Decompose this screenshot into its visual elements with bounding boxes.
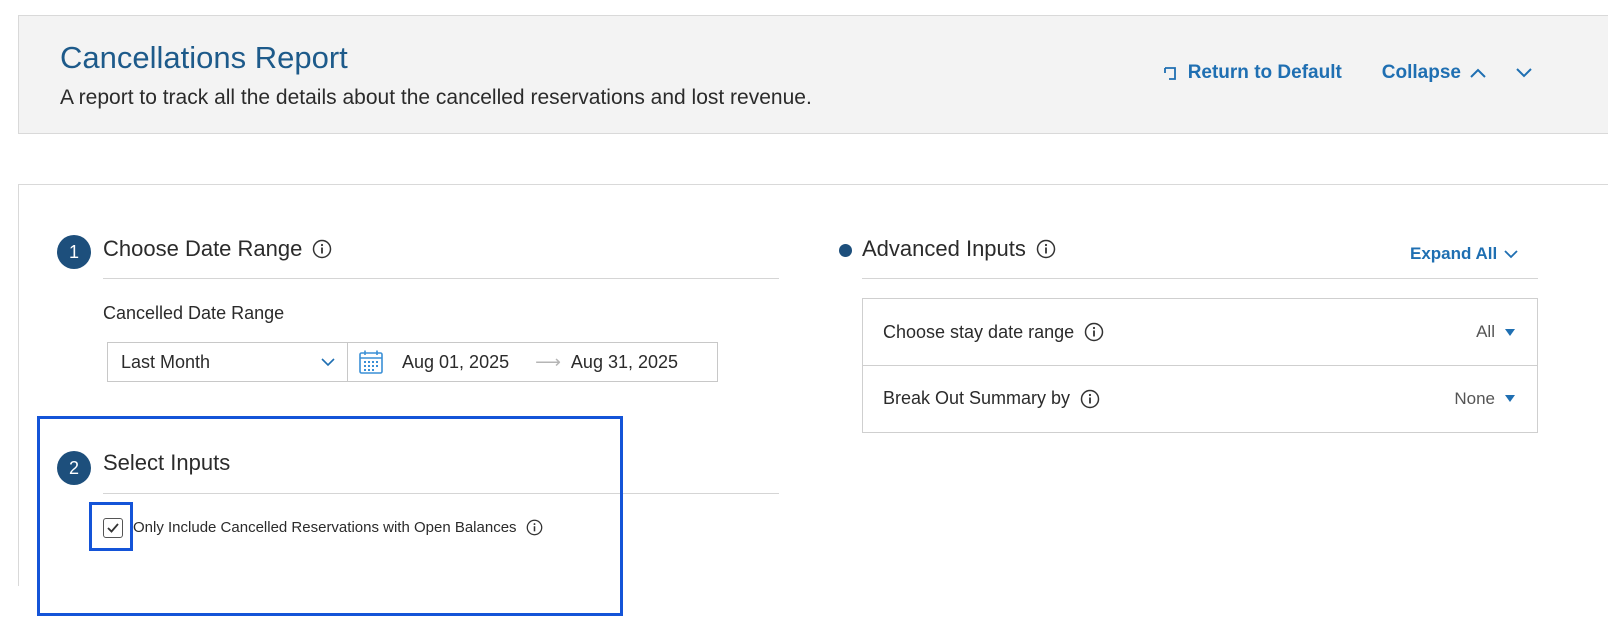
arrow-right-icon: ⟶ (535, 351, 561, 372)
divider (862, 278, 1538, 279)
break-out-summary-row[interactable]: Break Out Summary by None (863, 365, 1537, 431)
break-out-summary-value: None (1454, 388, 1495, 408)
caret-down-icon (1505, 328, 1515, 336)
divider (103, 278, 779, 279)
stay-date-range-value: All (1476, 322, 1495, 341)
chevron-down-icon[interactable] (1515, 67, 1533, 79)
date-range-preset-value: Last Month (121, 351, 211, 372)
date-range-section-title: Choose Date Range (103, 236, 332, 262)
calendar-icon[interactable] (358, 349, 384, 375)
info-icon[interactable] (1080, 389, 1100, 409)
page-subtitle: A report to track all the details about … (60, 86, 812, 109)
cancelled-date-range-label: Cancelled Date Range (103, 303, 285, 323)
expand-all-label: Expand All (1410, 244, 1498, 263)
return-to-default-label: Return to Default (1187, 62, 1342, 83)
date-range-fields: Aug 01, 2025 ⟶ Aug 31, 2025 (348, 349, 678, 375)
end-date-field[interactable]: Aug 31, 2025 (571, 352, 678, 373)
break-out-summary-label: Break Out Summary by (883, 388, 1071, 408)
info-icon[interactable] (312, 239, 332, 259)
section-title-text: Choose Date Range (103, 236, 303, 261)
date-range-control: Last Month Aug 01, 2025 ⟶ Aug 31, 2025 (107, 342, 718, 382)
expand-all-button[interactable]: Expand All (1410, 244, 1518, 264)
section-bullet (839, 244, 852, 257)
info-icon[interactable] (1084, 322, 1104, 342)
stay-date-range-select[interactable]: All (1476, 322, 1515, 342)
collapse-label: Collapse (1381, 62, 1461, 83)
step-number-badge: 1 (57, 235, 91, 269)
break-out-summary-select[interactable]: None (1454, 389, 1515, 409)
collapse-button[interactable]: Collapse (1382, 62, 1487, 84)
row-label: Choose stay date range (883, 322, 1104, 343)
chevron-up-icon (1469, 67, 1487, 79)
undo-icon (1162, 64, 1180, 82)
chevron-down-icon (1504, 249, 1518, 259)
info-icon[interactable] (1036, 239, 1056, 259)
advanced-inputs-panel: Choose stay date range All Break Out Sum… (862, 298, 1538, 433)
page-title: Cancellations Report (60, 40, 348, 75)
advanced-inputs-title: Advanced Inputs (862, 236, 1056, 262)
highlight-box (89, 502, 133, 551)
return-to-default-button[interactable]: Return to Default (1162, 62, 1342, 84)
chevron-down-icon (321, 357, 335, 367)
date-range-preset-select[interactable]: Last Month (108, 343, 348, 381)
stay-date-range-label: Choose stay date range (883, 321, 1075, 342)
row-label: Break Out Summary by (883, 388, 1100, 409)
section-title-text: Advanced Inputs (862, 236, 1026, 261)
report-header: Cancellations Report A report to track a… (18, 15, 1608, 134)
start-date-field[interactable]: Aug 01, 2025 (402, 352, 509, 373)
header-actions: Return to Default Collapse (1162, 62, 1533, 84)
stay-date-range-row[interactable]: Choose stay date range All (863, 299, 1537, 365)
caret-down-icon (1505, 395, 1515, 402)
